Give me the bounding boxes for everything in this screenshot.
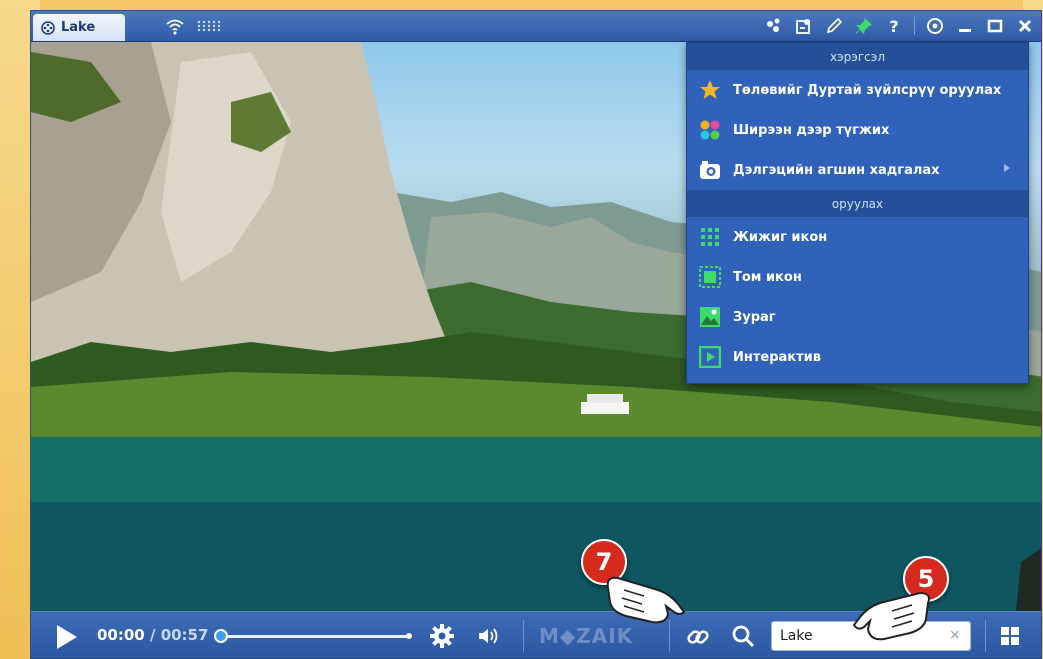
tab-label: Lake <box>61 20 96 35</box>
menu-item-image[interactable]: Зураг <box>687 297 1028 337</box>
menu-item-label: Жижиг икон <box>733 229 828 245</box>
menu-item-label: Төлөвийг Дуртай зүйлсрүү оруулах <box>733 82 1002 98</box>
menu-section-insert: оруулах <box>687 190 1028 217</box>
progress-bar[interactable] <box>214 629 412 643</box>
progress-end-dot <box>406 633 412 639</box>
maximize-icon[interactable] <box>985 16 1005 36</box>
titlebar-divider <box>914 17 915 35</box>
duration: 00:57 <box>160 626 209 644</box>
pointing-hand-icon <box>852 591 930 641</box>
menu-item-label: Том икон <box>733 269 802 285</box>
color-dots-icon <box>700 120 720 140</box>
context-menu: хэрэгсэл Төлөвийг Дуртай зүйлсрүү оруула… <box>686 42 1029 384</box>
menu-section-tools: хэрэгсэл <box>687 43 1028 70</box>
film-reel-icon <box>41 20 55 35</box>
menu-item-large-icon[interactable]: Том икон <box>687 257 1028 297</box>
control-divider <box>523 620 524 652</box>
play-icon[interactable] <box>57 625 77 649</box>
volume-icon[interactable] <box>477 626 501 646</box>
image-icon <box>700 307 720 327</box>
eye-icon[interactable] <box>925 16 945 36</box>
search-icon[interactable] <box>731 624 755 648</box>
title-bar: Lake ? <box>31 11 1041 42</box>
menu-item-small-icon[interactable]: Жижиг икон <box>687 217 1028 257</box>
time-display: 00:00 / 00:57 <box>97 626 208 644</box>
wifi-icon[interactable] <box>165 17 185 35</box>
small-icon-grid-icon <box>701 228 719 246</box>
player-window: Lake ? хэрэгсэл Төлөвийг Дуртай зүйлсрүү… <box>30 10 1042 659</box>
star-icon <box>700 80 720 99</box>
menu-item-label: Зураг <box>733 309 776 325</box>
menu-item-label: Ширээн дээр түгжих <box>733 122 890 138</box>
close-icon[interactable] <box>1015 16 1035 36</box>
minimize-icon[interactable] <box>955 16 975 36</box>
pointing-hand-icon <box>606 576 686 624</box>
submenu-arrow-icon <box>1004 164 1010 172</box>
current-time: 00:00 <box>97 626 145 644</box>
menu-item-add-favorites[interactable]: Төлөвийг Дуртай зүйлсрүү оруулах <box>687 70 1028 110</box>
puzzle-icon[interactable] <box>794 16 814 36</box>
play-box-icon <box>699 346 721 368</box>
dots-grid-icon[interactable] <box>197 20 223 32</box>
menu-item-save-screenshot[interactable]: Дэлгэцийн агшин хадгалах <box>687 150 1028 190</box>
pin-icon[interactable] <box>854 16 874 36</box>
menu-item-label: Дэлгэцийн агшин хадгалах <box>733 162 940 178</box>
menu-item-lock-desktop[interactable]: Ширээн дээр түгжих <box>687 110 1028 150</box>
help-icon[interactable]: ? <box>884 16 904 36</box>
menu-item-interactive[interactable]: Интерактив <box>687 337 1028 377</box>
progress-knob[interactable] <box>214 629 228 643</box>
share-dots-icon[interactable] <box>764 16 784 36</box>
control-divider <box>985 620 986 652</box>
pencil-icon[interactable] <box>824 16 844 36</box>
large-icon-icon <box>699 266 721 288</box>
menu-item-label: Интерактив <box>733 349 821 365</box>
gear-icon[interactable] <box>429 623 455 649</box>
layout-grid-icon[interactable] <box>1001 627 1019 645</box>
camera-icon <box>700 161 720 179</box>
clear-search-icon[interactable]: × <box>949 627 961 643</box>
time-separator: / <box>144 626 161 644</box>
tab-lake[interactable]: Lake <box>33 14 125 41</box>
titlebar-toolbar: ? <box>764 14 1035 38</box>
